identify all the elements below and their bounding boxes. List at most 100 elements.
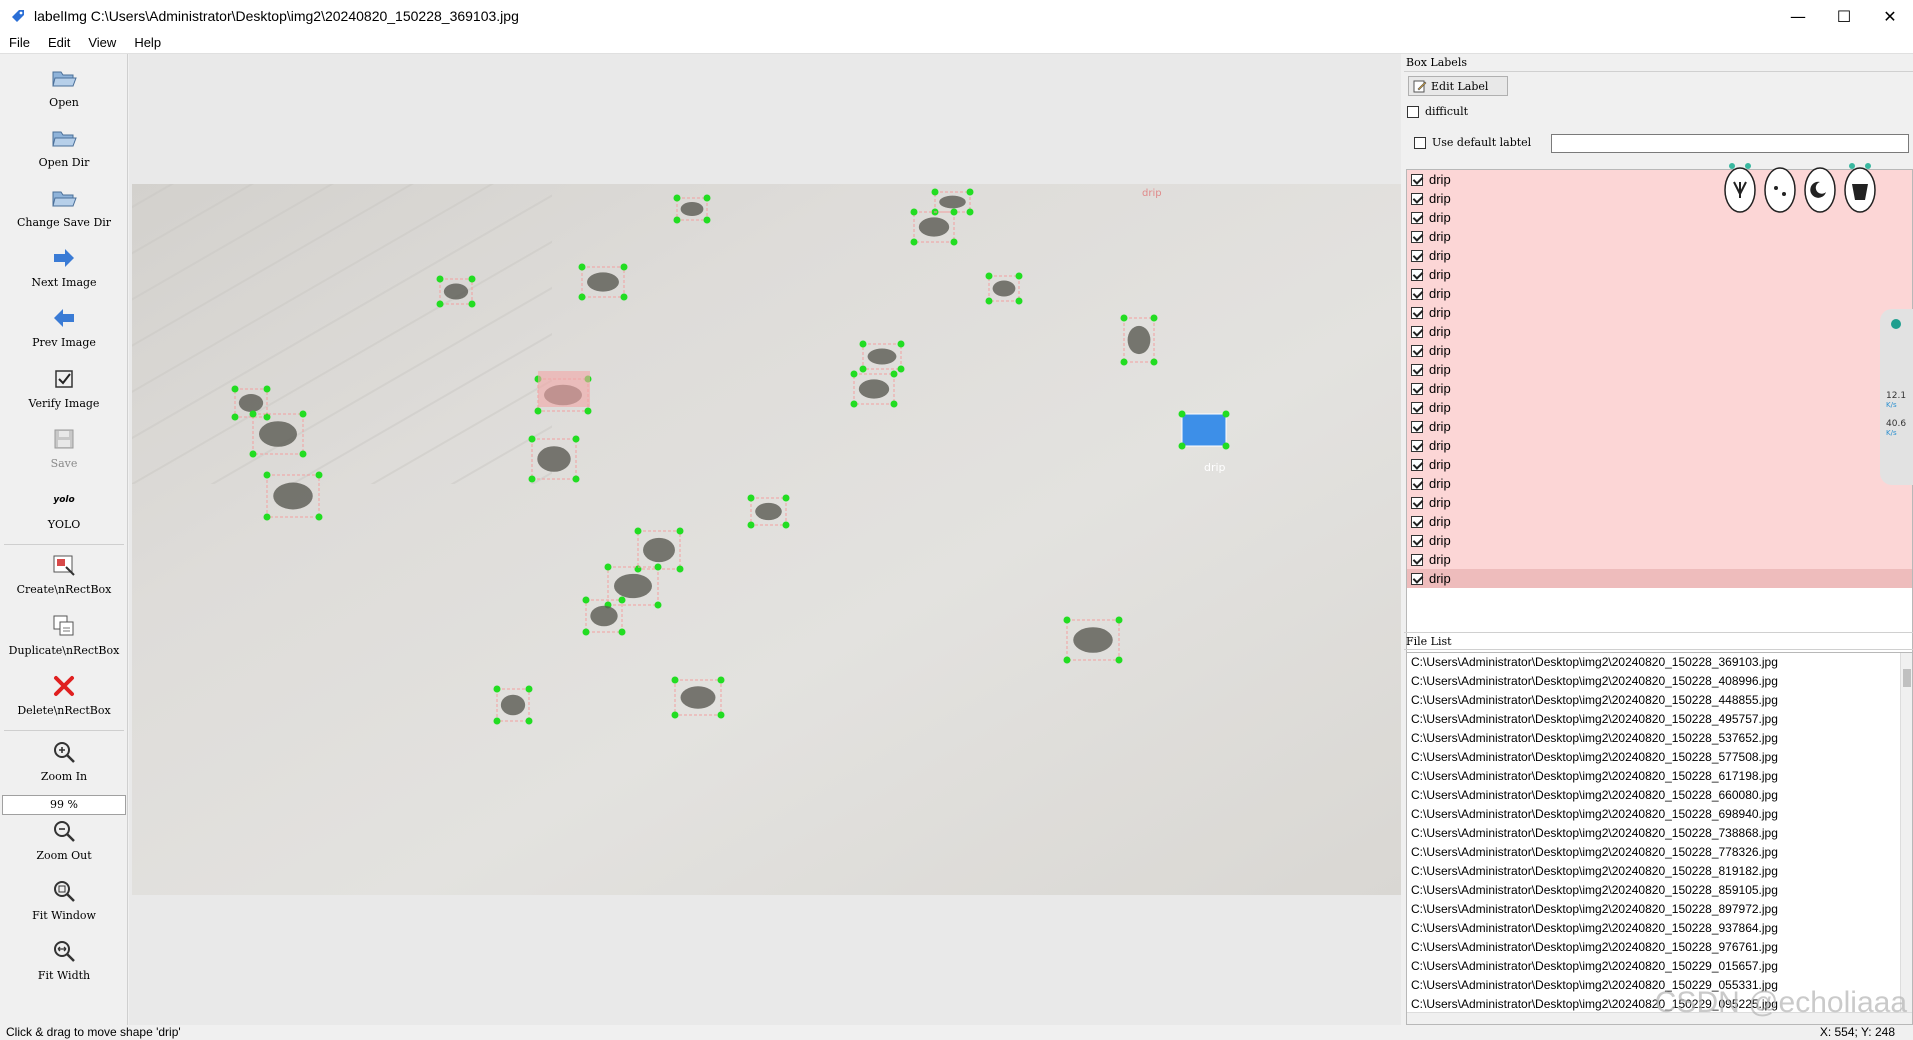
box-corner-handle[interactable] (1115, 616, 1123, 624)
box-corner-handle[interactable] (1150, 314, 1158, 322)
open-dir-button[interactable]: Open Dir (0, 124, 128, 169)
label-list-item[interactable]: drip (1407, 227, 1912, 246)
file-list-item[interactable]: C:\Users\Administrator\Desktop\img2\2024… (1407, 729, 1912, 748)
file-list-item[interactable]: C:\Users\Administrator\Desktop\img2\2024… (1407, 919, 1912, 938)
verify-image-button[interactable]: Verify Image (0, 365, 128, 410)
image-canvas[interactable]: drip drip (129, 54, 1401, 1025)
box-corner-handle[interactable] (1178, 410, 1186, 418)
box-corner-handle[interactable] (1015, 272, 1023, 280)
box-corner-handle[interactable] (1063, 656, 1071, 664)
create-rectbox-button[interactable]: Create\nRectBox (0, 551, 128, 596)
label-list-item[interactable]: drip (1407, 474, 1912, 493)
use-default-check[interactable] (1414, 136, 1426, 149)
box-corner-handle[interactable] (910, 208, 918, 216)
box-corner-handle[interactable] (249, 450, 257, 458)
next-image-button[interactable]: Next Image (0, 244, 128, 289)
box-corner-handle[interactable] (673, 194, 681, 202)
box-corner-handle[interactable] (315, 471, 323, 479)
zoom-value-field[interactable]: 99 % (2, 795, 126, 815)
box-corner-handle[interactable] (747, 494, 755, 502)
file-list-item[interactable]: C:\Users\Administrator\Desktop\img2\2024… (1407, 957, 1912, 976)
label-visible-checkbox[interactable] (1411, 173, 1423, 186)
file-list-item[interactable]: C:\Users\Administrator\Desktop\img2\2024… (1407, 900, 1912, 919)
box-corner-handle[interactable] (263, 385, 271, 393)
label-list-item[interactable]: drip (1407, 303, 1912, 322)
label-list-item[interactable]: drip (1407, 512, 1912, 531)
box-corner-handle[interactable] (966, 188, 974, 196)
label-visible-checkbox[interactable] (1411, 382, 1423, 395)
menu-edit[interactable]: Edit (39, 35, 79, 50)
box-corner-handle[interactable] (1115, 656, 1123, 664)
label-list-item[interactable]: drip (1407, 284, 1912, 303)
box-corner-handle[interactable] (620, 263, 628, 271)
box-corner-handle[interactable] (850, 400, 858, 408)
use-default-label-checkbox[interactable]: Use default labtel (1414, 136, 1531, 149)
file-list-vertical-scrollbar[interactable] (1900, 653, 1912, 1024)
label-visible-checkbox[interactable] (1411, 534, 1423, 547)
maximize-button[interactable]: ☐ (1821, 0, 1867, 32)
label-list[interactable]: drip drip drip drip drip drip drip drip drip drip… (1406, 169, 1913, 679)
label-list-item[interactable]: drip (1407, 436, 1912, 455)
box-corner-handle[interactable] (436, 275, 444, 283)
box-corner-handle[interactable] (859, 365, 867, 373)
box-corner-handle[interactable] (493, 717, 501, 725)
box-corner-handle[interactable] (1015, 297, 1023, 305)
fit-width-button[interactable]: Fit Width (0, 937, 128, 982)
box-corner-handle[interactable] (717, 711, 725, 719)
box-corner-handle[interactable] (634, 527, 642, 535)
box-corner-handle[interactable] (654, 563, 662, 571)
file-list-item[interactable]: C:\Users\Administrator\Desktop\img2\2024… (1407, 710, 1912, 729)
box-corner-handle[interactable] (231, 413, 239, 421)
label-visible-checkbox[interactable] (1411, 287, 1423, 300)
box-corner-handle[interactable] (525, 685, 533, 693)
box-corner-handle[interactable] (950, 208, 958, 216)
box-corner-handle[interactable] (1222, 442, 1230, 450)
format-yolo-button[interactable]: yolo YOLO (0, 486, 128, 531)
box-corner-handle[interactable] (578, 293, 586, 301)
annotated-image[interactable]: drip drip (132, 184, 1401, 895)
box-corner-handle[interactable] (436, 300, 444, 308)
duplicate-rectbox-button[interactable]: Duplicate\nRectBox (0, 612, 128, 657)
file-list-item[interactable]: C:\Users\Administrator\Desktop\img2\2024… (1407, 881, 1912, 900)
box-corner-handle[interactable] (525, 717, 533, 725)
label-visible-checkbox[interactable] (1411, 572, 1423, 585)
difficult-checkbox[interactable]: difficult (1407, 105, 1468, 118)
box-corner-handle[interactable] (263, 471, 271, 479)
box-corner-handle[interactable] (890, 370, 898, 378)
box-corner-handle[interactable] (468, 300, 476, 308)
box-corner-handle[interactable] (604, 563, 612, 571)
label-list-item[interactable]: drip (1407, 322, 1912, 341)
box-corner-handle[interactable] (654, 601, 662, 609)
file-list-item[interactable]: C:\Users\Administrator\Desktop\img2\2024… (1407, 691, 1912, 710)
selected-box[interactable] (1181, 413, 1227, 447)
label-visible-checkbox[interactable] (1411, 192, 1423, 205)
box-corner-handle[interactable] (850, 370, 858, 378)
network-speed-widget[interactable]: 12.1 K/s 40.6 K/s (1880, 309, 1913, 485)
annotation-layer[interactable]: drip drip (132, 184, 1401, 895)
delete-rectbox-button[interactable]: Delete\nRectBox (0, 672, 128, 717)
save-button[interactable]: Save (0, 425, 128, 470)
file-list-item[interactable]: C:\Users\Administrator\Desktop\img2\2024… (1407, 805, 1912, 824)
box-corner-handle[interactable] (620, 293, 628, 301)
hovered-box[interactable] (538, 371, 590, 407)
edit-label-button[interactable]: Edit Label (1408, 76, 1508, 96)
box-corner-handle[interactable] (263, 513, 271, 521)
label-visible-checkbox[interactable] (1411, 325, 1423, 338)
box-corner-handle[interactable] (950, 238, 958, 246)
label-visible-checkbox[interactable] (1411, 230, 1423, 243)
file-list-item[interactable]: C:\Users\Administrator\Desktop\img2\2024… (1407, 824, 1912, 843)
label-list-item[interactable]: drip (1407, 246, 1912, 265)
label-visible-checkbox[interactable] (1411, 477, 1423, 490)
label-list-item[interactable]: drip (1407, 379, 1912, 398)
box-corner-handle[interactable] (703, 216, 711, 224)
box-corner-handle[interactable] (584, 407, 592, 415)
label-list-item[interactable]: drip (1407, 569, 1912, 588)
file-list-item[interactable]: C:\Users\Administrator\Desktop\img2\2024… (1407, 843, 1912, 862)
box-corner-handle[interactable] (468, 275, 476, 283)
box-corner-handle[interactable] (671, 711, 679, 719)
file-list-item[interactable]: C:\Users\Administrator\Desktop\img2\2024… (1407, 938, 1912, 957)
label-visible-checkbox[interactable] (1411, 515, 1423, 528)
box-corner-handle[interactable] (890, 400, 898, 408)
file-list-item[interactable]: C:\Users\Administrator\Desktop\img2\2024… (1407, 862, 1912, 881)
box-corner-handle[interactable] (249, 410, 257, 418)
